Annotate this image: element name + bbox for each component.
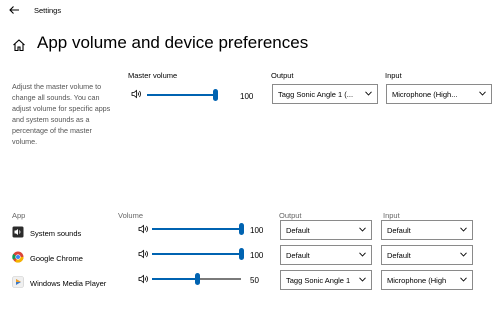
speaker-icon [131, 89, 141, 99]
chrome-input-dropdown[interactable]: Default [381, 245, 473, 265]
chrome-volume-slider[interactable] [152, 248, 244, 260]
system-sounds-output-dropdown[interactable]: Default [280, 220, 372, 240]
chevron-down-icon [365, 91, 372, 96]
master-input-value: Microphone (High... [392, 90, 458, 99]
windows-media-player-volume-slider[interactable] [152, 273, 241, 285]
page-title: App volume and device preferences [37, 33, 309, 52]
windows-media-player-input-dropdown[interactable]: Microphone (High [381, 270, 473, 290]
system-sounds-volume-slider[interactable] [152, 223, 244, 235]
output-label: Output [271, 71, 294, 80]
home-icon [13, 39, 25, 52]
chevron-down-icon [479, 91, 486, 96]
master-output-dropdown[interactable]: Tagg Sonic Angle 1 (... [272, 84, 378, 104]
chevron-down-icon [460, 277, 467, 282]
slider-fill [152, 228, 241, 230]
windows-media-player-icon [12, 276, 24, 288]
description-text: Adjust the master volume to change all s… [12, 82, 111, 146]
system-sounds-icon [12, 226, 24, 238]
chevron-down-icon [460, 227, 467, 232]
output-value: Default [286, 251, 310, 260]
slider-thumb[interactable] [239, 223, 244, 235]
master-output-value: Tagg Sonic Angle 1 (... [278, 90, 354, 99]
output-value: Tagg Sonic Angle 1 [286, 276, 351, 285]
input-column-header: Input [383, 211, 400, 220]
master-volume-label: Master volume [128, 71, 178, 80]
volume-column-header: Volume [118, 211, 144, 220]
slider-fill [152, 253, 241, 255]
chevron-down-icon [460, 252, 467, 257]
slider-fill [147, 94, 215, 96]
slider-thumb[interactable] [213, 89, 218, 101]
input-label: Input [385, 71, 402, 80]
chevron-down-icon [359, 227, 366, 232]
chevron-down-icon [359, 277, 366, 282]
chrome-icon [12, 251, 24, 263]
output-column-header: Output [279, 211, 302, 220]
system-sounds-input-dropdown[interactable]: Default [381, 220, 473, 240]
master-input-dropdown[interactable]: Microphone (High... [386, 84, 492, 104]
speaker-icon [138, 274, 148, 284]
app-volume-value: 50 [250, 276, 259, 285]
speaker-icon [138, 224, 148, 234]
slider-thumb[interactable] [194, 273, 200, 285]
master-volume-slider[interactable] [147, 89, 218, 101]
slider-thumb[interactable] [239, 248, 244, 260]
input-value: Default [387, 226, 411, 235]
chrome-output-dropdown[interactable]: Default [280, 245, 372, 265]
app-volume-value: 100 [250, 251, 264, 260]
windows-media-player-output-dropdown[interactable]: Tagg Sonic Angle 1 [280, 270, 372, 290]
app-name: Windows Media Player [30, 279, 107, 288]
slider-fill [152, 278, 197, 280]
output-value: Default [286, 226, 310, 235]
title-bar: Settings [0, 0, 500, 22]
app-name: Google Chrome [30, 254, 83, 263]
app-name: System sounds [30, 229, 82, 238]
speaker-icon [138, 249, 148, 259]
app-column-header: App [12, 211, 26, 220]
window-title: Settings [34, 6, 62, 15]
master-volume-value: 100 [240, 92, 254, 101]
chevron-down-icon [359, 252, 366, 257]
back-arrow-icon[interactable] [7, 3, 21, 17]
app-volume-value: 100 [250, 226, 264, 235]
input-value: Microphone (High [387, 276, 447, 285]
input-value: Default [387, 251, 411, 260]
